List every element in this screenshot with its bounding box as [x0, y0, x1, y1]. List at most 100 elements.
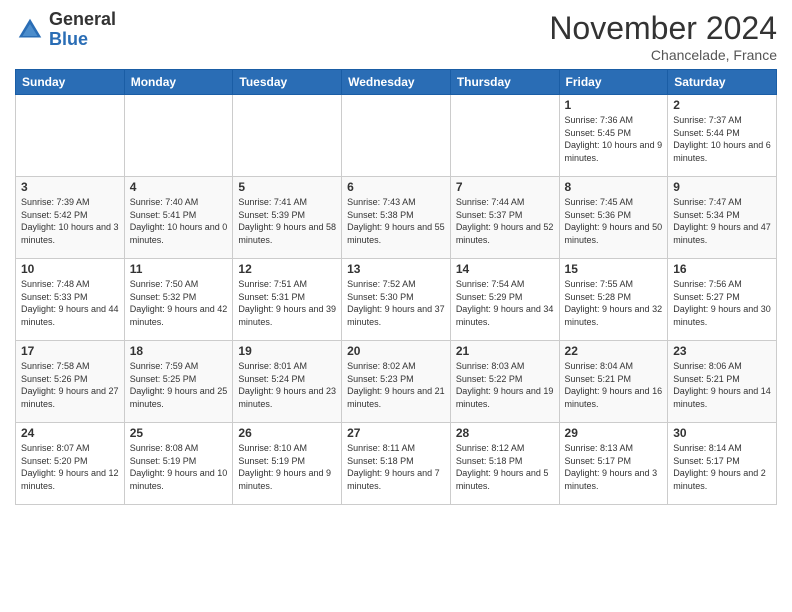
day-info: Sunrise: 8:14 AMSunset: 5:17 PMDaylight:… [673, 442, 771, 492]
calendar-cell: 20 Sunrise: 8:02 AMSunset: 5:23 PMDaylig… [342, 341, 451, 423]
day-number: 7 [456, 180, 554, 194]
day-info: Sunrise: 7:45 AMSunset: 5:36 PMDaylight:… [565, 196, 663, 246]
location: Chancelade, France [549, 47, 777, 63]
col-friday: Friday [559, 70, 668, 95]
day-number: 28 [456, 426, 554, 440]
page: General Blue November 2024 Chancelade, F… [0, 0, 792, 612]
calendar-cell: 19 Sunrise: 8:01 AMSunset: 5:24 PMDaylig… [233, 341, 342, 423]
day-info: Sunrise: 8:08 AMSunset: 5:19 PMDaylight:… [130, 442, 228, 492]
calendar-cell: 3 Sunrise: 7:39 AMSunset: 5:42 PMDayligh… [16, 177, 125, 259]
day-number: 4 [130, 180, 228, 194]
day-info: Sunrise: 7:52 AMSunset: 5:30 PMDaylight:… [347, 278, 445, 328]
col-wednesday: Wednesday [342, 70, 451, 95]
calendar-cell [124, 95, 233, 177]
calendar-header: Sunday Monday Tuesday Wednesday Thursday… [16, 70, 777, 95]
day-number: 30 [673, 426, 771, 440]
day-info: Sunrise: 7:54 AMSunset: 5:29 PMDaylight:… [456, 278, 554, 328]
week-row-2: 10 Sunrise: 7:48 AMSunset: 5:33 PMDaylig… [16, 259, 777, 341]
day-number: 8 [565, 180, 663, 194]
calendar-cell [342, 95, 451, 177]
day-info: Sunrise: 8:07 AMSunset: 5:20 PMDaylight:… [21, 442, 119, 492]
day-number: 9 [673, 180, 771, 194]
calendar-cell: 21 Sunrise: 8:03 AMSunset: 5:22 PMDaylig… [450, 341, 559, 423]
week-row-1: 3 Sunrise: 7:39 AMSunset: 5:42 PMDayligh… [16, 177, 777, 259]
day-number: 3 [21, 180, 119, 194]
day-info: Sunrise: 7:39 AMSunset: 5:42 PMDaylight:… [21, 196, 119, 246]
calendar-cell: 27 Sunrise: 8:11 AMSunset: 5:18 PMDaylig… [342, 423, 451, 505]
day-info: Sunrise: 7:56 AMSunset: 5:27 PMDaylight:… [673, 278, 771, 328]
title-block: November 2024 Chancelade, France [549, 10, 777, 63]
logo-icon [15, 15, 45, 45]
calendar-cell: 17 Sunrise: 7:58 AMSunset: 5:26 PMDaylig… [16, 341, 125, 423]
day-number: 26 [238, 426, 336, 440]
calendar-cell: 28 Sunrise: 8:12 AMSunset: 5:18 PMDaylig… [450, 423, 559, 505]
logo-general-text: General [49, 10, 116, 30]
day-info: Sunrise: 7:44 AMSunset: 5:37 PMDaylight:… [456, 196, 554, 246]
logo-text: General Blue [49, 10, 116, 50]
calendar-cell [450, 95, 559, 177]
calendar-cell: 12 Sunrise: 7:51 AMSunset: 5:31 PMDaylig… [233, 259, 342, 341]
week-row-0: 1 Sunrise: 7:36 AMSunset: 5:45 PMDayligh… [16, 95, 777, 177]
col-sunday: Sunday [16, 70, 125, 95]
calendar-cell: 23 Sunrise: 8:06 AMSunset: 5:21 PMDaylig… [668, 341, 777, 423]
day-number: 24 [21, 426, 119, 440]
day-number: 13 [347, 262, 445, 276]
calendar-cell: 15 Sunrise: 7:55 AMSunset: 5:28 PMDaylig… [559, 259, 668, 341]
calendar-cell: 2 Sunrise: 7:37 AMSunset: 5:44 PMDayligh… [668, 95, 777, 177]
calendar-body: 1 Sunrise: 7:36 AMSunset: 5:45 PMDayligh… [16, 95, 777, 505]
calendar-cell: 7 Sunrise: 7:44 AMSunset: 5:37 PMDayligh… [450, 177, 559, 259]
header-row: Sunday Monday Tuesday Wednesday Thursday… [16, 70, 777, 95]
day-info: Sunrise: 7:41 AMSunset: 5:39 PMDaylight:… [238, 196, 336, 246]
day-info: Sunrise: 8:13 AMSunset: 5:17 PMDaylight:… [565, 442, 663, 492]
day-number: 15 [565, 262, 663, 276]
day-info: Sunrise: 7:47 AMSunset: 5:34 PMDaylight:… [673, 196, 771, 246]
calendar-cell: 5 Sunrise: 7:41 AMSunset: 5:39 PMDayligh… [233, 177, 342, 259]
day-number: 23 [673, 344, 771, 358]
calendar-cell: 26 Sunrise: 8:10 AMSunset: 5:19 PMDaylig… [233, 423, 342, 505]
day-number: 12 [238, 262, 336, 276]
calendar-cell: 30 Sunrise: 8:14 AMSunset: 5:17 PMDaylig… [668, 423, 777, 505]
calendar-cell [16, 95, 125, 177]
day-info: Sunrise: 7:59 AMSunset: 5:25 PMDaylight:… [130, 360, 228, 410]
day-info: Sunrise: 7:55 AMSunset: 5:28 PMDaylight:… [565, 278, 663, 328]
col-monday: Monday [124, 70, 233, 95]
day-number: 2 [673, 98, 771, 112]
day-number: 17 [21, 344, 119, 358]
day-number: 6 [347, 180, 445, 194]
header: General Blue November 2024 Chancelade, F… [15, 10, 777, 63]
day-info: Sunrise: 7:51 AMSunset: 5:31 PMDaylight:… [238, 278, 336, 328]
calendar-cell: 9 Sunrise: 7:47 AMSunset: 5:34 PMDayligh… [668, 177, 777, 259]
col-tuesday: Tuesday [233, 70, 342, 95]
day-info: Sunrise: 8:12 AMSunset: 5:18 PMDaylight:… [456, 442, 554, 492]
calendar-cell: 6 Sunrise: 7:43 AMSunset: 5:38 PMDayligh… [342, 177, 451, 259]
calendar-cell: 11 Sunrise: 7:50 AMSunset: 5:32 PMDaylig… [124, 259, 233, 341]
day-number: 27 [347, 426, 445, 440]
day-info: Sunrise: 7:43 AMSunset: 5:38 PMDaylight:… [347, 196, 445, 246]
calendar-cell: 13 Sunrise: 7:52 AMSunset: 5:30 PMDaylig… [342, 259, 451, 341]
calendar-cell: 25 Sunrise: 8:08 AMSunset: 5:19 PMDaylig… [124, 423, 233, 505]
day-number: 22 [565, 344, 663, 358]
day-info: Sunrise: 8:02 AMSunset: 5:23 PMDaylight:… [347, 360, 445, 410]
day-number: 29 [565, 426, 663, 440]
month-title: November 2024 [549, 10, 777, 47]
day-info: Sunrise: 7:48 AMSunset: 5:33 PMDaylight:… [21, 278, 119, 328]
day-number: 14 [456, 262, 554, 276]
col-thursday: Thursday [450, 70, 559, 95]
day-number: 18 [130, 344, 228, 358]
day-info: Sunrise: 7:58 AMSunset: 5:26 PMDaylight:… [21, 360, 119, 410]
day-number: 25 [130, 426, 228, 440]
calendar-cell: 14 Sunrise: 7:54 AMSunset: 5:29 PMDaylig… [450, 259, 559, 341]
day-info: Sunrise: 8:10 AMSunset: 5:19 PMDaylight:… [238, 442, 336, 492]
calendar-table: Sunday Monday Tuesday Wednesday Thursday… [15, 69, 777, 505]
day-info: Sunrise: 8:11 AMSunset: 5:18 PMDaylight:… [347, 442, 445, 492]
day-info: Sunrise: 7:40 AMSunset: 5:41 PMDaylight:… [130, 196, 228, 246]
calendar-cell: 4 Sunrise: 7:40 AMSunset: 5:41 PMDayligh… [124, 177, 233, 259]
day-number: 16 [673, 262, 771, 276]
calendar-cell: 22 Sunrise: 8:04 AMSunset: 5:21 PMDaylig… [559, 341, 668, 423]
calendar-cell: 1 Sunrise: 7:36 AMSunset: 5:45 PMDayligh… [559, 95, 668, 177]
day-info: Sunrise: 7:37 AMSunset: 5:44 PMDaylight:… [673, 114, 771, 164]
calendar-cell: 16 Sunrise: 7:56 AMSunset: 5:27 PMDaylig… [668, 259, 777, 341]
day-number: 19 [238, 344, 336, 358]
week-row-3: 17 Sunrise: 7:58 AMSunset: 5:26 PMDaylig… [16, 341, 777, 423]
day-number: 10 [21, 262, 119, 276]
